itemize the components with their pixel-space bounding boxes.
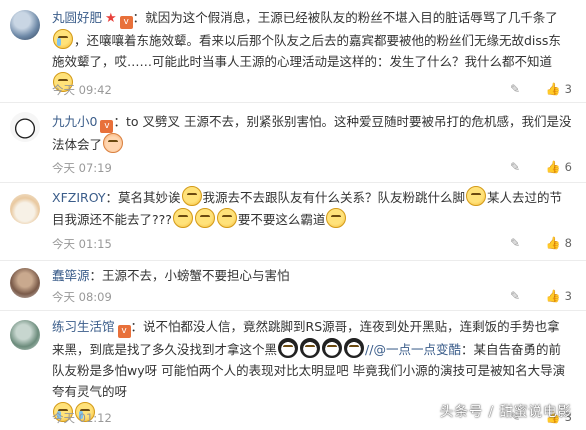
comment-item: XFZIROY：莫名其妙诶 我源去不去跟队友有什么关系？队友粉跳什么脚 某人去过的节… xyxy=(0,182,586,261)
avatar[interactable] xyxy=(10,268,40,298)
comment-item: 丸圆好肥 ★ v ：就因为这个假消息，王源已经被队友的粉丝不堪入目的脏话辱骂了几千条了… xyxy=(0,0,586,103)
reply-button[interactable]: ✎ xyxy=(510,82,524,96)
comment-item: 九九小0 v ：to 叉劈叉 王源不去，别紧张别害怕。这种爱豆随时要被吊打的危机感，… xyxy=(0,102,586,183)
like-button[interactable]: 👍 3 xyxy=(546,82,572,96)
reply-icon: ✎ xyxy=(510,289,521,303)
comment-body: 就因为这个假消息，王源已经被队友的粉丝不堪入目的脏话辱骂了几千条了 xyxy=(145,10,558,25)
reply-icon: ✎ xyxy=(510,236,521,250)
thumbs-up-icon: 👍 xyxy=(545,236,561,250)
comment-time: 今天 01:12 xyxy=(52,411,112,425)
comment-username[interactable]: 丸圆好肥 xyxy=(52,10,102,25)
comment-body: to 叉劈叉 王源不去，别紧张别害怕。这种爱豆随时要被吊打的危机感，我们是没法体… xyxy=(52,114,572,152)
thumbs-up-icon: 👍 xyxy=(545,289,561,303)
like-count: 3 xyxy=(564,289,572,303)
comment-meta: 今天 07:19 ✎ 👍 6 xyxy=(52,160,572,178)
comment-username[interactable]: 练习生活馆 xyxy=(52,319,115,334)
comment-username[interactable]: 九九小0 xyxy=(52,114,97,129)
comment-time: 今天 07:19 xyxy=(52,161,112,175)
like-count: 8 xyxy=(564,236,572,250)
like-button[interactable]: 👍 6 xyxy=(546,160,572,174)
vip-badge-icon: v xyxy=(119,16,133,29)
reply-button[interactable]: ✎ xyxy=(510,236,524,250)
vip-badge-icon: v xyxy=(100,120,114,133)
comment-time: 今天 01:15 xyxy=(52,237,112,251)
annoyed-face-icon xyxy=(466,186,487,206)
watermark: 头条号 / 甜蜜说电影 xyxy=(439,404,572,420)
comment-text: 丸圆好肥 ★ v ：就因为这个假消息，王源已经被队友的粉丝不堪入目的脏话辱骂了几千条了… xyxy=(52,7,572,94)
annoyed-face-icon xyxy=(172,208,193,228)
like-count: 6 xyxy=(564,160,572,174)
comment-text: XFZIROY：莫名其妙诶 我源去不去跟队友有什么关系？队友粉跳什么脚 某人去过的节… xyxy=(52,186,572,230)
annoyed-face-icon xyxy=(181,186,202,206)
comment-body: 莫名其妙诶 xyxy=(118,190,181,205)
like-button[interactable]: 👍 3 xyxy=(546,289,572,303)
thumbs-up-icon: 👍 xyxy=(545,82,561,96)
crying-face-icon xyxy=(53,29,73,49)
panda-face-icon xyxy=(322,338,343,358)
vip-badge-icon: v xyxy=(117,325,131,338)
comment-username[interactable]: XFZIROY xyxy=(52,190,105,205)
reply-icon: ✎ xyxy=(510,82,521,96)
comment-meta: 今天 01:15 ✎ 👍 8 xyxy=(52,236,572,254)
panda-face-icon xyxy=(278,338,299,358)
annoyed-face-icon xyxy=(194,208,215,228)
like-count: 3 xyxy=(564,82,572,96)
star-badge-icon: ★ xyxy=(105,11,117,26)
panda-face-icon xyxy=(300,338,321,358)
panda-face-icon xyxy=(344,338,365,358)
avatar[interactable] xyxy=(10,194,40,224)
avatar[interactable] xyxy=(10,320,40,350)
comment-item: 蠢筚源：王源不去，小螃蟹不要担心与害怕 今天 08:09 ✎ 👍 3 xyxy=(0,260,586,311)
avatar[interactable] xyxy=(10,112,40,142)
comment-username[interactable]: 蠢筚源 xyxy=(52,268,90,283)
comment-body: 要不要这么霸道 xyxy=(237,212,326,227)
comment-body: 王源不去，小螃蟹不要担心与害怕 xyxy=(102,268,290,283)
comment-text: 蠢筚源：王源不去，小螃蟹不要担心与害怕 xyxy=(52,268,290,283)
mention-link[interactable]: //@一点一点变酷 xyxy=(365,342,461,357)
annoyed-face-icon xyxy=(216,208,237,228)
annoyed-face-icon xyxy=(326,208,347,228)
comment-body: 我源去不去跟队友有什么关系？队友粉跳什么脚 xyxy=(202,190,466,205)
thumbs-up-icon: 👍 xyxy=(545,160,561,174)
comment-text: 九九小0 v ：to 叉劈叉 王源不去，别紧张别害怕。这种爱豆随时要被吊打的危机感，… xyxy=(52,114,572,153)
comment-meta: 今天 08:09 ✎ 👍 3 xyxy=(52,289,572,307)
comment-feed: 丸圆好肥 ★ v ：就因为这个假消息，王源已经被队友的粉丝不堪入目的脏话辱骂了几千条了… xyxy=(0,0,586,430)
comment-time: 今天 08:09 xyxy=(52,290,112,304)
comment-body: ，还嚷嚷着东施效颦。看来以后那个队友之后去的嘉宾都要被他的粉丝们无缘无故diss… xyxy=(52,33,561,69)
avatar[interactable] xyxy=(10,10,40,40)
like-button[interactable]: 👍 8 xyxy=(546,236,572,250)
reply-icon: ✎ xyxy=(510,160,521,174)
reply-button[interactable]: ✎ xyxy=(510,160,524,174)
reply-button[interactable]: ✎ xyxy=(510,289,524,303)
baby-face-icon xyxy=(103,133,124,153)
comment-time: 今天 09:42 xyxy=(52,83,112,97)
comment-meta: 今天 09:42 ✎ 👍 3 xyxy=(52,82,572,100)
